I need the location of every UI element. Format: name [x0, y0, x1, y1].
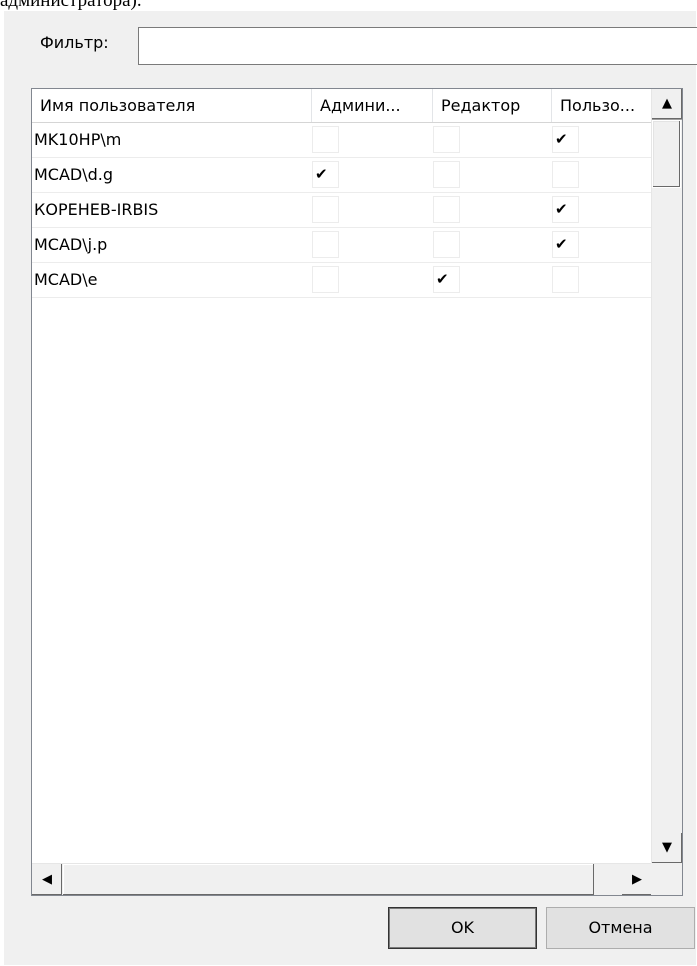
list-rows: MK10HP\m ✔ MCAD\d.g ✔ КОРЕНЕВ-IRBIS ✔ MCAD\j.p… [32, 123, 652, 298]
scrollbar-corner [651, 863, 682, 895]
admin-checkbox[interactable] [312, 196, 339, 223]
editor-checkbox[interactable] [433, 161, 460, 188]
filter-input[interactable] [138, 27, 697, 65]
filter-label: Фильтр: [40, 33, 109, 52]
admin-checkbox[interactable] [312, 126, 339, 153]
user-checkbox[interactable] [552, 266, 579, 293]
admin-checkbox[interactable]: ✔ [312, 161, 339, 188]
editor-checkbox[interactable] [433, 196, 460, 223]
cancel-button[interactable]: Отмена [546, 907, 695, 949]
editor-checkbox[interactable] [433, 126, 460, 153]
column-header-username[interactable]: Имя пользователя [32, 89, 312, 122]
vertical-scroll-thumb[interactable] [652, 120, 681, 188]
checkmark-icon: ✔ [555, 200, 568, 218]
scroll-down-icon[interactable]: ▼ [652, 833, 682, 863]
table-row[interactable]: MCAD\j.p ✔ [32, 228, 652, 263]
user-checkbox[interactable]: ✔ [552, 126, 579, 153]
checkmark-icon: ✔ [315, 165, 328, 183]
scroll-right-icon[interactable]: ▶ [622, 864, 652, 895]
list-header: Имя пользователя Админи... Редактор Поль… [32, 89, 652, 123]
user-checkbox[interactable] [552, 161, 579, 188]
scroll-left-icon[interactable]: ◀ [32, 864, 62, 895]
table-row[interactable]: MCAD\d.g ✔ [32, 158, 652, 193]
users-list[interactable]: Имя пользователя Админи... Редактор Поль… [31, 88, 683, 896]
username-cell: MCAD\d.g [34, 165, 114, 184]
user-checkbox[interactable]: ✔ [552, 196, 579, 223]
username-cell: MCAD\e [34, 270, 98, 289]
editor-checkbox[interactable] [433, 231, 460, 258]
username-cell: MCAD\j.p [34, 235, 108, 254]
checkmark-icon: ✔ [555, 130, 568, 148]
vertical-scrollbar[interactable]: ▲ ▼ [651, 89, 682, 863]
username-cell: MK10HP\m [34, 130, 122, 149]
checkmark-icon: ✔ [436, 270, 449, 288]
user-checkbox[interactable]: ✔ [552, 231, 579, 258]
table-row[interactable]: MK10HP\m ✔ [32, 123, 652, 158]
column-header-user[interactable]: Пользо... [552, 89, 652, 122]
admin-checkbox[interactable] [312, 231, 339, 258]
column-header-admin[interactable]: Админи... [312, 89, 433, 122]
admin-checkbox[interactable] [312, 266, 339, 293]
scroll-up-icon[interactable]: ▲ [652, 89, 682, 120]
ok-button[interactable]: OK [388, 907, 537, 949]
user-permissions-dialog: Фильтр: Имя пользователя Админи... Редак… [4, 11, 697, 965]
table-row[interactable]: КОРЕНЕВ-IRBIS ✔ [32, 193, 652, 228]
horizontal-scrollbar[interactable]: ◀ ▶ [32, 863, 652, 895]
horizontal-scroll-thumb[interactable] [63, 864, 594, 895]
editor-checkbox[interactable]: ✔ [433, 266, 460, 293]
table-row[interactable]: MCAD\e ✔ [32, 263, 652, 298]
column-header-editor[interactable]: Редактор [433, 89, 552, 122]
checkmark-icon: ✔ [555, 235, 568, 253]
username-cell: КОРЕНЕВ-IRBIS [34, 200, 159, 219]
